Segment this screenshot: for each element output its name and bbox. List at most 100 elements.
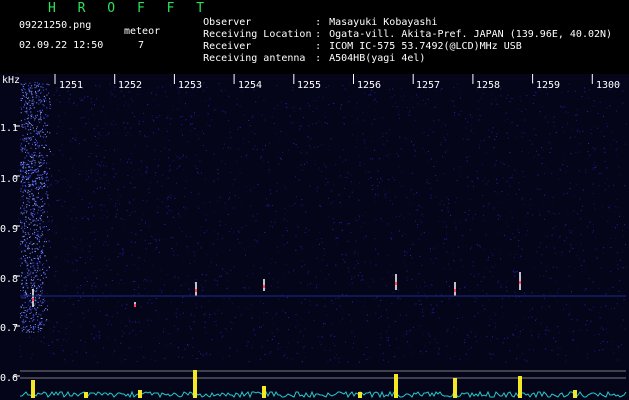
noise-dot	[24, 286, 26, 288]
band-dot	[44, 273, 46, 275]
band-dot	[28, 205, 30, 207]
noise-dot	[182, 312, 184, 314]
noise-dot	[160, 270, 162, 272]
noise-dot	[403, 335, 405, 337]
band-dot	[33, 304, 35, 306]
noise-dot	[622, 319, 624, 321]
noise-dot	[386, 330, 388, 332]
noise-dot	[406, 270, 408, 272]
noise-dot	[184, 195, 185, 197]
noise-dot	[374, 98, 376, 100]
noise-dot	[555, 280, 557, 282]
noise-dot	[333, 184, 334, 186]
band-dot	[33, 233, 35, 235]
x-tick-1251: 1251	[59, 80, 84, 91]
noise-dot	[415, 286, 417, 287]
noise-dot	[127, 354, 129, 356]
band-dot	[31, 166, 33, 168]
noise-dot	[297, 226, 299, 228]
band-dot	[26, 326, 28, 327]
band-dot	[31, 162, 32, 164]
noise-dot	[269, 142, 271, 144]
noise-dot	[377, 194, 379, 196]
band-dot	[34, 286, 36, 287]
noise-dot	[321, 171, 323, 173]
noise-dot	[421, 207, 423, 209]
noise-dot	[155, 172, 157, 174]
noise-dot	[440, 89, 442, 91]
noise-dot	[511, 98, 513, 99]
noise-dot	[488, 136, 490, 138]
noise-dot	[469, 290, 471, 291]
noise-dot	[248, 245, 250, 247]
noise-dot	[308, 311, 310, 313]
noise-dot	[330, 138, 332, 140]
noise-dot	[178, 356, 180, 358]
band-dot	[40, 113, 41, 115]
noise-dot	[93, 231, 95, 233]
noise-dot	[309, 145, 311, 147]
noise-dot	[174, 197, 176, 199]
noise-dot	[52, 187, 54, 189]
band-dot	[29, 82, 31, 84]
noise-dot	[600, 172, 602, 174]
noise-dot	[396, 338, 397, 340]
noise-dot	[382, 133, 384, 135]
noise-dot	[195, 154, 197, 156]
band-dot	[41, 231, 43, 233]
noise-dot	[538, 333, 540, 335]
noise-dot	[91, 333, 93, 335]
noise-dot	[59, 95, 61, 96]
noise-dot	[430, 188, 432, 189]
noise-dot	[262, 149, 264, 151]
noise-dot	[596, 256, 597, 258]
noise-dot	[363, 354, 365, 356]
band-dot	[20, 143, 22, 145]
noise-dot	[438, 317, 440, 319]
noise-dot	[585, 288, 587, 290]
band-dot	[31, 103, 33, 105]
band-dot	[35, 312, 37, 314]
band-dot	[25, 128, 27, 130]
noise-dot	[155, 298, 157, 299]
noise-dot	[442, 122, 444, 124]
noise-dot	[321, 242, 323, 243]
noise-dot	[295, 326, 297, 328]
band-dot	[29, 170, 31, 171]
noise-dot	[285, 187, 287, 189]
band-dot	[45, 308, 47, 310]
noise-dot	[482, 290, 484, 292]
noise-dot	[342, 161, 344, 163]
noise-dot	[134, 187, 136, 188]
noise-dot	[384, 194, 386, 196]
band-dot	[26, 257, 28, 259]
band-dot	[39, 262, 41, 264]
noise-dot	[589, 308, 590, 310]
band-dot	[23, 326, 25, 328]
band-dot	[30, 92, 32, 94]
noise-dot	[556, 300, 558, 302]
noise-dot	[563, 160, 565, 161]
noise-dot	[24, 284, 26, 286]
band-dot	[25, 233, 27, 235]
noise-dot	[166, 197, 168, 199]
band-dot	[29, 196, 31, 198]
noise-dot	[67, 260, 69, 262]
noise-dot	[167, 116, 169, 118]
band-dot	[31, 248, 33, 250]
band-dot	[32, 283, 34, 285]
band-dot	[23, 106, 25, 108]
noise-dot	[148, 188, 150, 190]
noise-dot	[598, 333, 600, 335]
noise-dot	[51, 341, 53, 343]
noise-dot	[99, 85, 101, 87]
x-tick-1256: 1256	[357, 80, 382, 91]
band-dot	[32, 195, 34, 197]
band-dot	[34, 84, 36, 86]
noise-dot	[509, 177, 511, 179]
noise-dot	[475, 213, 476, 215]
meteor-echo-core	[395, 282, 397, 285]
band-dot	[30, 279, 32, 281]
noise-dot	[152, 265, 154, 267]
noise-dot	[93, 291, 95, 293]
